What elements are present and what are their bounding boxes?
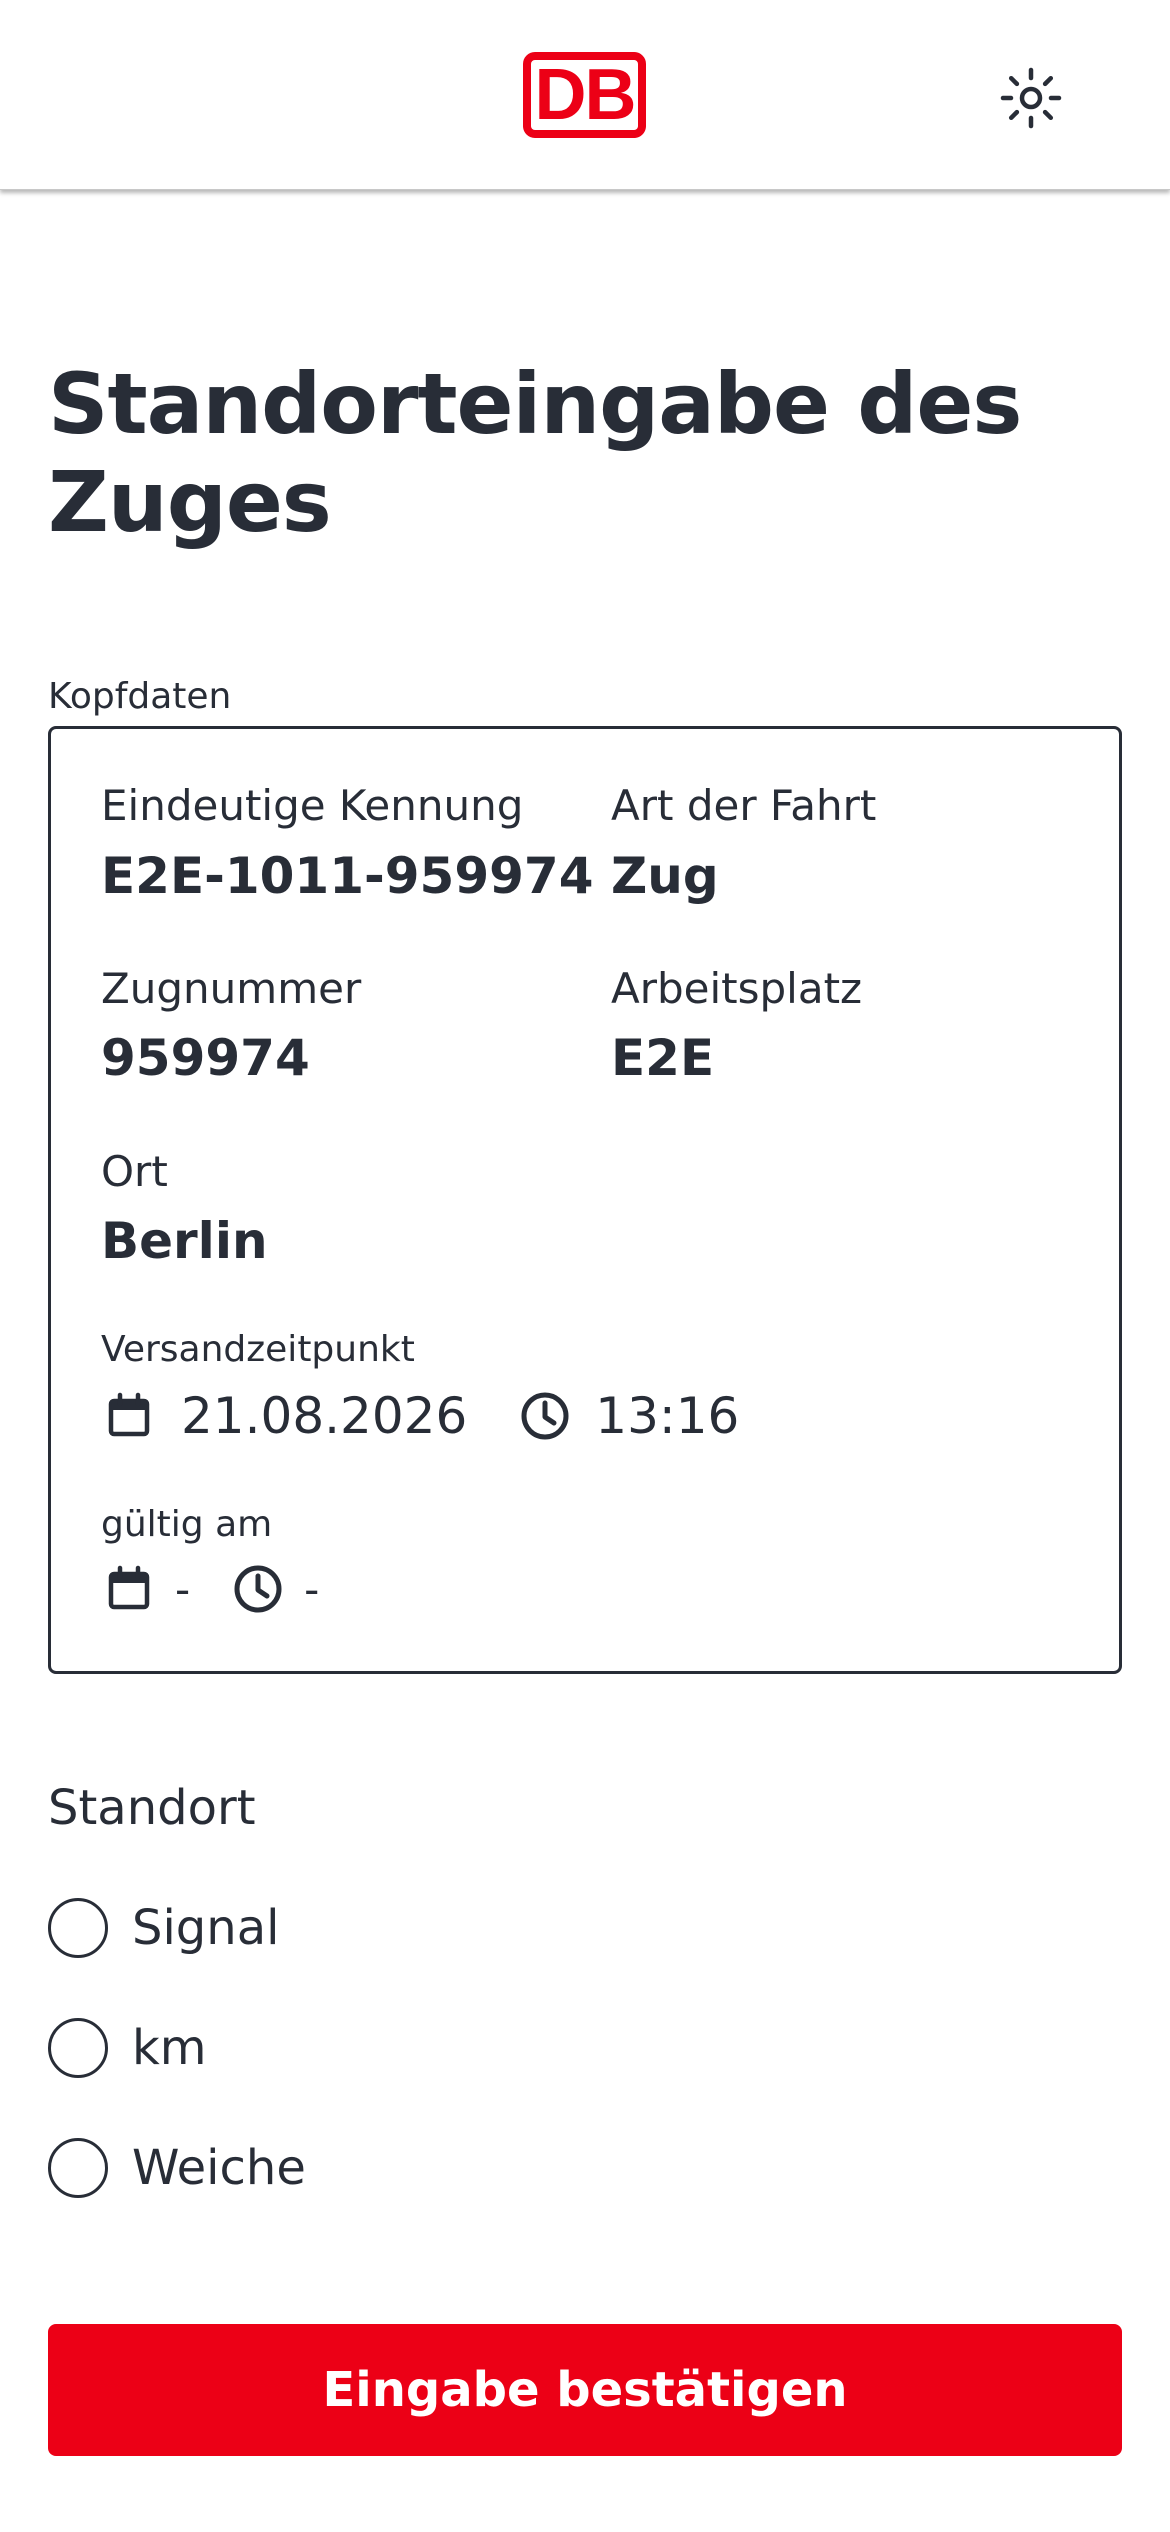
radio-option-km[interactable]: km: [48, 2018, 207, 2078]
standort-label: Standort: [48, 1780, 256, 1836]
zugnummer-label: Zugnummer: [101, 964, 362, 1013]
db-logo: DB: [523, 52, 646, 138]
art-der-fahrt-value: Zug: [611, 847, 719, 905]
app-header: DB: [0, 0, 1170, 190]
calendar-icon: [101, 1561, 157, 1617]
clock-icon: [517, 1388, 573, 1444]
versandzeitpunkt-date: 21.08.2026: [181, 1387, 468, 1445]
kopfdaten-card: Eindeutige Kennung E2E-1011-959974 Art d…: [48, 726, 1122, 1674]
ort-value: Berlin: [101, 1212, 268, 1270]
radio-label: Weiche: [132, 2140, 306, 2196]
clock-icon: [230, 1561, 286, 1617]
arbeitsplatz-value: E2E: [611, 1029, 715, 1087]
gueltig-am-time: -: [304, 1564, 320, 1614]
versandzeitpunkt-time: 13:16: [595, 1387, 740, 1445]
gueltig-am-date: -: [175, 1564, 191, 1614]
ort-label: Ort: [101, 1147, 168, 1196]
versandzeitpunkt-label: Versandzeitpunkt: [101, 1329, 415, 1370]
theme-toggle-button[interactable]: [995, 62, 1067, 134]
page-title: Standorteingabe des Zuges: [48, 355, 1022, 551]
eindeutige-kennung-value: E2E-1011-959974: [101, 847, 594, 905]
submit-button[interactable]: Eingabe bestätigen: [48, 2324, 1122, 2456]
radio-label: Signal: [132, 1900, 280, 1956]
radio-button[interactable]: [48, 2138, 108, 2198]
gueltig-am-label: gültig am: [101, 1504, 273, 1545]
kopfdaten-label: Kopfdaten: [48, 676, 232, 717]
zugnummer-value: 959974: [101, 1029, 310, 1087]
art-der-fahrt-label: Art der Fahrt: [611, 781, 877, 830]
versandzeitpunkt-row: 21.08.2026 13:16: [101, 1387, 739, 1445]
radio-button[interactable]: [48, 2018, 108, 2078]
gueltig-am-row: - -: [101, 1561, 319, 1617]
arbeitsplatz-label: Arbeitsplatz: [611, 964, 863, 1013]
calendar-icon: [101, 1388, 157, 1444]
eindeutige-kennung-label: Eindeutige Kennung: [101, 781, 524, 830]
radio-option-weiche[interactable]: Weiche: [48, 2138, 306, 2198]
radio-button[interactable]: [48, 1898, 108, 1958]
radio-label: km: [132, 2020, 207, 2076]
sun-icon: [1000, 67, 1062, 129]
radio-option-signal[interactable]: Signal: [48, 1898, 279, 1958]
